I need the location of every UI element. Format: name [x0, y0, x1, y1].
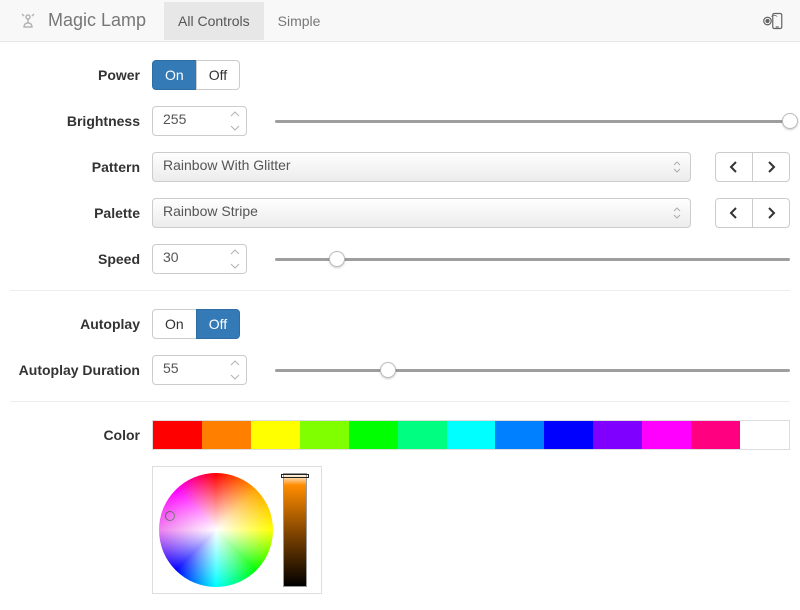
autoplay-toggle: On Off: [152, 309, 240, 339]
color-value-slider[interactable]: [283, 473, 307, 587]
divider: [10, 290, 790, 291]
color-swatch[interactable]: [447, 421, 496, 449]
pattern-selected: Rainbow With Glitter: [163, 157, 291, 173]
color-swatch[interactable]: [349, 421, 398, 449]
palette-prev-button[interactable]: [715, 198, 753, 228]
autoplay-duration-slider[interactable]: [275, 362, 790, 378]
color-value-handle[interactable]: [281, 474, 309, 478]
row-speed: Speed 30: [10, 244, 790, 274]
color-swatch[interactable]: [251, 421, 300, 449]
speed-slider[interactable]: [275, 251, 790, 267]
row-pattern: Pattern Rainbow With Glitter: [10, 152, 790, 182]
autoplay-duration-value: 55: [163, 360, 179, 376]
lamp-icon: [16, 9, 40, 33]
updown-icon: [672, 205, 682, 224]
pattern-prev-button[interactable]: [715, 152, 753, 182]
label-power: Power: [10, 67, 152, 83]
row-autoplay-duration: Autoplay Duration 55: [10, 355, 790, 385]
row-color-picker: [10, 466, 790, 594]
color-swatch[interactable]: [300, 421, 349, 449]
color-swatches: [152, 420, 790, 450]
tab-all-controls[interactable]: All Controls: [164, 2, 264, 40]
label-palette: Palette: [10, 205, 152, 221]
autoplay-on-button[interactable]: On: [152, 309, 197, 339]
label-color: Color: [10, 427, 152, 443]
color-wheel-handle[interactable]: [165, 511, 175, 521]
color-swatch[interactable]: [691, 421, 740, 449]
color-swatch[interactable]: [398, 421, 447, 449]
spinner-handle-icon: [230, 248, 242, 270]
color-swatch[interactable]: [544, 421, 593, 449]
tab-simple[interactable]: Simple: [264, 2, 335, 40]
label-speed: Speed: [10, 251, 152, 267]
palette-next-button[interactable]: [752, 198, 790, 228]
updown-icon: [672, 159, 682, 178]
pattern-select[interactable]: Rainbow With Glitter: [152, 152, 691, 182]
power-on-button[interactable]: On: [152, 60, 197, 90]
color-swatch[interactable]: [202, 421, 251, 449]
brightness-slider[interactable]: [275, 113, 790, 129]
label-autoplay: Autoplay: [10, 316, 152, 332]
color-swatch[interactable]: [153, 421, 202, 449]
navbar: Magic Lamp All Controls Simple: [0, 0, 800, 42]
spinner-handle-icon: [230, 110, 242, 132]
color-swatch[interactable]: [593, 421, 642, 449]
brightness-slider-thumb[interactable]: [782, 113, 798, 129]
row-color: Color: [10, 420, 790, 450]
speed-input[interactable]: 30: [152, 244, 247, 274]
spinner-handle-icon: [230, 359, 242, 381]
label-brightness: Brightness: [10, 113, 152, 129]
row-autoplay: Autoplay On Off: [10, 309, 790, 339]
color-swatch[interactable]: [642, 421, 691, 449]
pattern-next-button[interactable]: [752, 152, 790, 182]
color-swatch-white[interactable]: [740, 421, 789, 449]
color-picker: [152, 466, 322, 594]
speed-slider-thumb[interactable]: [329, 251, 345, 267]
row-brightness: Brightness 255: [10, 106, 790, 136]
row-palette: Palette Rainbow Stripe: [10, 198, 790, 228]
autoplay-off-button[interactable]: Off: [196, 309, 240, 339]
main-panel: Power On Off Brightness 255: [10, 42, 790, 594]
divider: [10, 401, 790, 402]
app-title: Magic Lamp: [48, 10, 146, 31]
row-power: Power On Off: [10, 60, 790, 90]
palette-select[interactable]: Rainbow Stripe: [152, 198, 691, 228]
power-off-button[interactable]: Off: [196, 60, 240, 90]
pattern-nav: [715, 152, 790, 182]
palette-nav: [715, 198, 790, 228]
palette-selected: Rainbow Stripe: [163, 203, 258, 219]
autoplay-duration-input[interactable]: 55: [152, 355, 247, 385]
label-pattern: Pattern: [10, 159, 152, 175]
color-swatch[interactable]: [495, 421, 544, 449]
device-icon[interactable]: [760, 9, 784, 33]
brightness-value: 255: [163, 111, 186, 127]
label-autoplay-duration: Autoplay Duration: [10, 362, 152, 378]
power-toggle: On Off: [152, 60, 240, 90]
color-wheel[interactable]: [159, 473, 273, 587]
autoplay-duration-slider-thumb[interactable]: [380, 362, 396, 378]
speed-value: 30: [163, 249, 179, 265]
brightness-input[interactable]: 255: [152, 106, 247, 136]
